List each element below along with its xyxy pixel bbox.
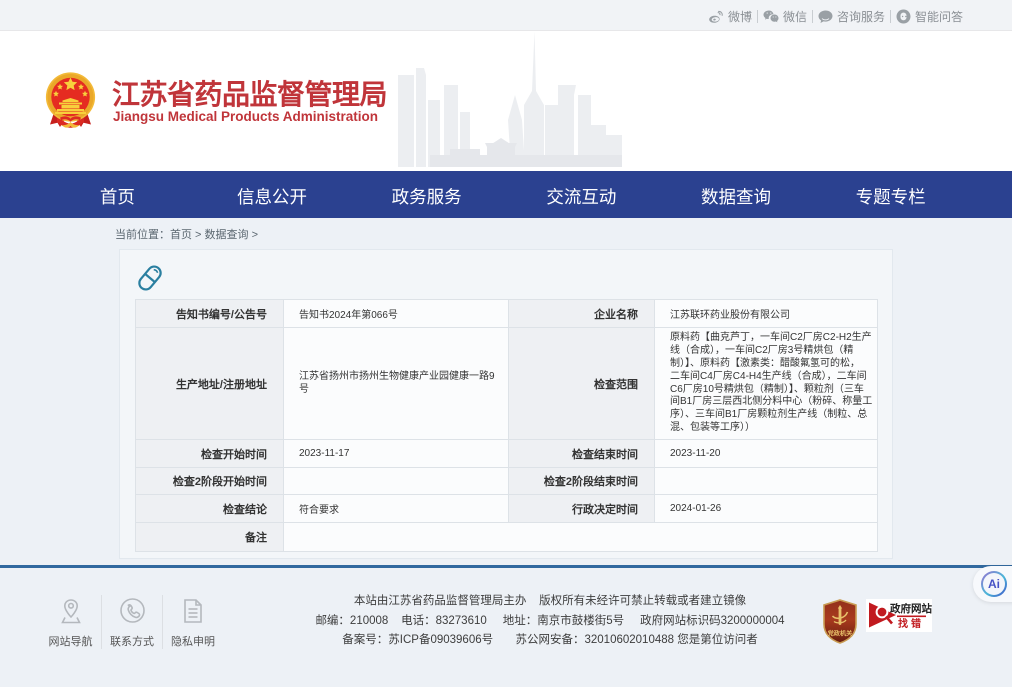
svg-text:党政机关: 党政机关: [828, 630, 854, 638]
svg-text:政府网站: 政府网站: [890, 602, 932, 615]
svg-text:找错: 找错: [898, 617, 924, 630]
